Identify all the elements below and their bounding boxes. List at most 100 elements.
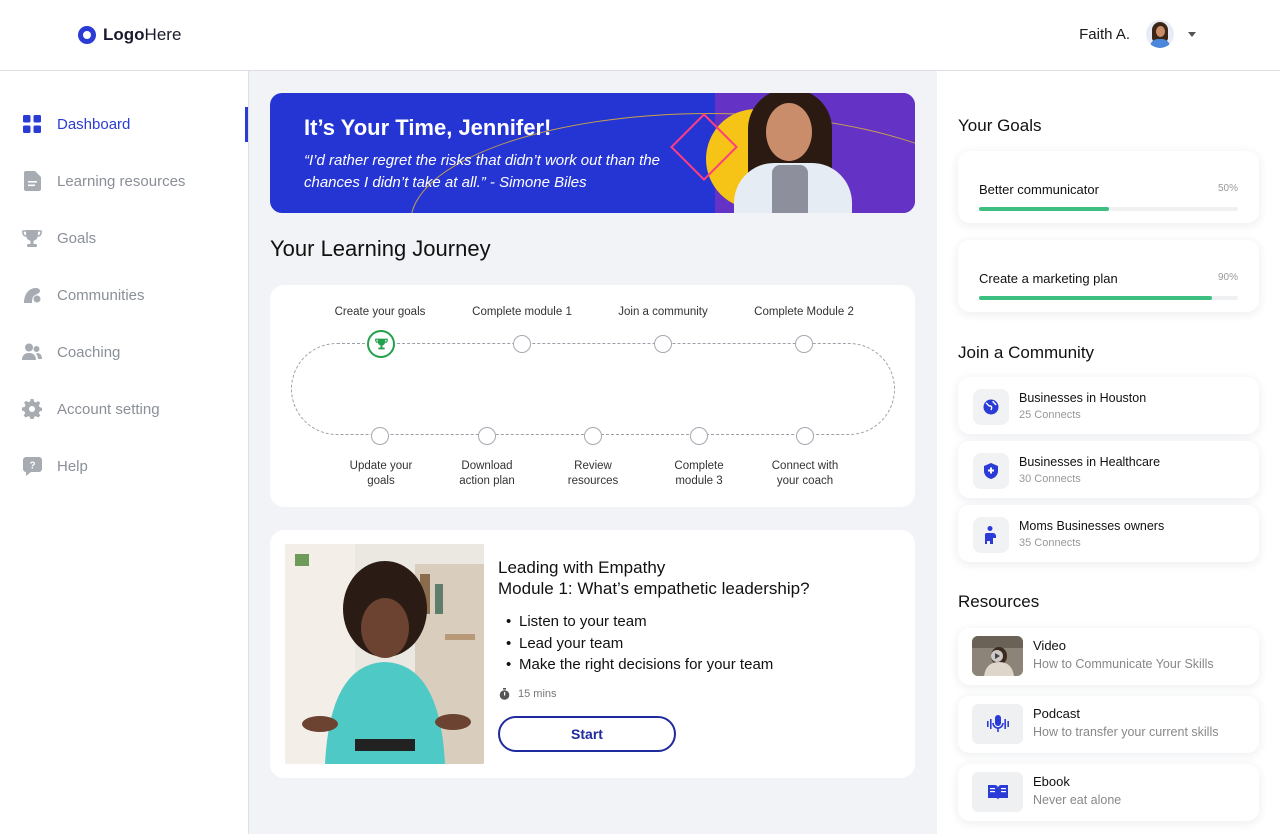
mom-icon	[973, 517, 1009, 553]
trophy-icon	[22, 228, 42, 248]
step-label: Update your goals	[349, 460, 413, 487]
top-header: LogoHere Faith A.	[0, 0, 1280, 71]
sidebar-item-learning-resources[interactable]: Learning resources	[22, 171, 185, 191]
communities-icon	[22, 285, 42, 305]
journey-title: Your Learning Journey	[270, 236, 491, 261]
start-button[interactable]: Start	[498, 716, 676, 752]
stopwatch-icon	[499, 688, 510, 700]
sidebar-item-label: Coaching	[57, 343, 121, 361]
shield-icon	[973, 453, 1009, 489]
step-label: Complete Module 2	[754, 306, 854, 318]
resources-title: Resources	[958, 592, 1040, 611]
community-card[interactable]: Businesses in Houston 25 Connects	[958, 377, 1259, 434]
resource-desc: How to transfer your current skills	[1033, 725, 1219, 739]
sidebar-item-label: Help	[57, 457, 88, 475]
community-name: Businesses in Healthcare	[1019, 455, 1161, 469]
community-connects: 30 Connects	[1019, 473, 1081, 485]
resource-card[interactable]: Video How to Communicate Your Skills	[958, 628, 1259, 685]
step-node[interactable]	[796, 427, 814, 445]
step-node[interactable]	[371, 427, 389, 445]
book-icon	[972, 772, 1023, 812]
resource-type: Video	[1033, 638, 1067, 653]
goal-label: Create a marketing plan	[979, 271, 1118, 286]
module-bullets: Listen to your team Lead your team Make …	[506, 613, 773, 678]
bullet-item: Lead your team	[506, 635, 773, 657]
step-label: Connect with your coach	[771, 460, 839, 487]
step-node[interactable]	[478, 427, 496, 445]
sidebar-item-goals[interactable]: Goals	[22, 228, 96, 248]
welcome-banner: It’s Your Time, Jennifer! “I’d rather re…	[270, 93, 915, 213]
resource-card[interactable]: Podcast How to transfer your current ski…	[958, 696, 1259, 753]
step-label: Download action plan	[459, 460, 515, 487]
sidebar-item-dashboard[interactable]: Dashboard	[22, 114, 130, 134]
module-name: Module 1: What’s empathetic leadership?	[498, 579, 810, 598]
sidebar-item-label: Goals	[57, 229, 97, 247]
step-node[interactable]	[513, 335, 531, 353]
community-connects: 25 Connects	[1019, 409, 1081, 421]
module-duration: 15 mins	[499, 688, 557, 700]
svg-text:?: ?	[29, 460, 35, 471]
step-node-completed[interactable]	[367, 330, 395, 358]
sidebar-item-label: Learning resources	[57, 172, 186, 190]
logo[interactable]: LogoHere	[78, 25, 181, 45]
course-name: Leading with Empathy	[498, 558, 666, 577]
community-title: Join a Community	[958, 343, 1095, 362]
goal-percent: 90%	[1217, 272, 1238, 283]
globe-icon	[973, 389, 1009, 425]
community-name: Businesses in Houston	[1019, 391, 1147, 405]
sidebar-item-label: Communities	[57, 286, 145, 304]
banner-title: It’s Your Time, Jennifer!	[304, 115, 552, 140]
goal-card[interactable]: Better communicator 50%	[958, 151, 1259, 223]
active-indicator	[245, 107, 248, 142]
step-node[interactable]	[795, 335, 813, 353]
sidebar-item-label: Dashboard	[57, 115, 131, 133]
gear-icon	[22, 399, 42, 419]
goals-title: Your Goals	[958, 116, 1042, 135]
trophy-icon	[374, 338, 388, 350]
resource-card[interactable]: Ebook Never eat alone	[958, 764, 1259, 821]
main-content: It’s Your Time, Jennifer! “I’d rather re…	[249, 71, 937, 834]
logo-ring-icon	[78, 26, 96, 44]
avatar[interactable]	[1146, 20, 1174, 48]
sidebar-item-help[interactable]: ? Help	[22, 456, 88, 476]
module-photo	[285, 544, 484, 764]
step-label: Join a community	[618, 306, 708, 318]
microphone-icon	[972, 704, 1023, 744]
sidebar-item-communities[interactable]: Communities	[22, 285, 145, 305]
duration-text: 15 mins	[518, 688, 557, 700]
community-card[interactable]: Businesses in Healthcare 30 Connects	[958, 441, 1259, 498]
video-thumbnail	[972, 636, 1023, 676]
learning-journey: Create your goals Complete module 1 Join…	[270, 285, 915, 507]
resource-desc: Never eat alone	[1033, 793, 1122, 807]
users-icon	[22, 342, 42, 362]
banner-quote: “I’d rather regret the risks that didn’t…	[304, 152, 661, 191]
step-node[interactable]	[654, 335, 672, 353]
chevron-down-icon[interactable]	[1188, 31, 1196, 37]
goal-card[interactable]: Create a marketing plan 90%	[958, 240, 1259, 312]
step-label: Create your goals	[334, 306, 426, 318]
resource-type: Ebook	[1033, 774, 1070, 789]
right-panel: Your Goals Better communicator 50% Creat…	[937, 71, 1280, 834]
grid-icon	[22, 114, 42, 134]
resource-desc: How to Communicate Your Skills	[1033, 657, 1214, 671]
step-node[interactable]	[584, 427, 602, 445]
sidebar-item-coaching[interactable]: Coaching	[22, 342, 120, 362]
user-name: Faith A.	[1079, 25, 1130, 43]
goal-progress-fill	[979, 207, 1109, 211]
sidebar-item-account-setting[interactable]: Account setting	[22, 399, 160, 419]
step-node[interactable]	[690, 427, 708, 445]
community-name: Moms Businesses owners	[1019, 519, 1165, 533]
document-icon	[22, 171, 42, 191]
resource-type: Podcast	[1033, 706, 1080, 721]
help-icon: ?	[22, 456, 42, 476]
module-card: Leading with Empathy Module 1: What’s em…	[270, 530, 915, 778]
user-menu[interactable]: Faith A.	[1079, 20, 1196, 48]
step-label: Complete module 3	[674, 460, 724, 487]
step-label: Complete module 1	[472, 306, 572, 318]
step-label: Review resources	[567, 460, 619, 487]
sidebar-item-label: Account setting	[57, 400, 160, 418]
goal-progress-bar	[979, 296, 1238, 300]
module-title: Leading with Empathy Module 1: What’s em…	[498, 557, 810, 599]
goal-label: Better communicator	[979, 182, 1099, 197]
community-card[interactable]: Moms Businesses owners 35 Connects	[958, 505, 1259, 562]
